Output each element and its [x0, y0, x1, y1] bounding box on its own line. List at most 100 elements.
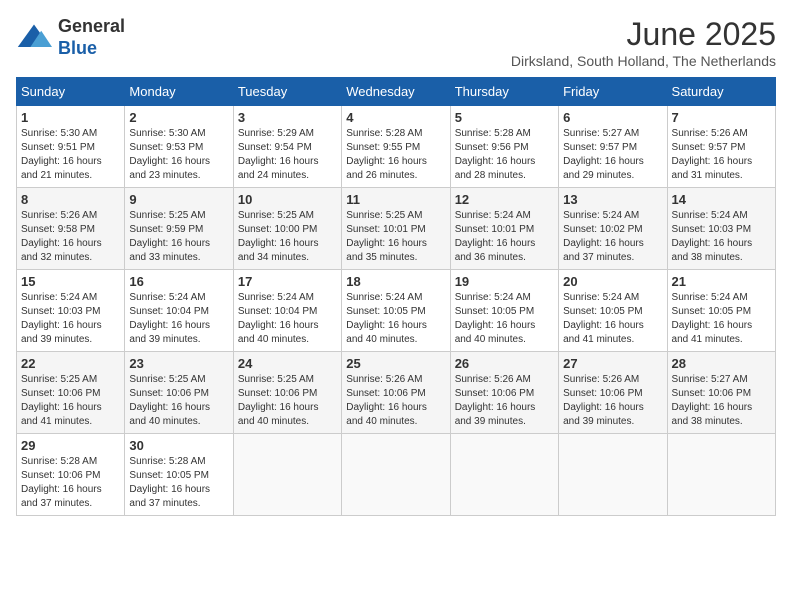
calendar-day-cell: 15 Sunrise: 5:24 AMSunset: 10:03 PMDayli… — [17, 270, 125, 352]
logo-icon — [16, 20, 52, 56]
day-number: 30 — [129, 438, 228, 453]
day-info: Sunrise: 5:25 AMSunset: 10:06 PMDaylight… — [238, 374, 319, 427]
day-info: Sunrise: 5:24 AMSunset: 10:05 PMDaylight… — [346, 292, 427, 345]
calendar-day-cell: 12 Sunrise: 5:24 AMSunset: 10:01 PMDayli… — [450, 188, 558, 270]
day-info: Sunrise: 5:24 AMSunset: 10:04 PMDaylight… — [238, 292, 319, 345]
day-number: 26 — [455, 356, 554, 371]
location-subtitle: Dirksland, South Holland, The Netherland… — [511, 53, 776, 69]
day-number: 1 — [21, 110, 120, 125]
day-info: Sunrise: 5:27 AMSunset: 9:57 PMDaylight:… — [563, 128, 644, 181]
calendar-day-cell: 3 Sunrise: 5:29 AMSunset: 9:54 PMDayligh… — [233, 106, 341, 188]
header-monday: Monday — [125, 78, 233, 106]
calendar-week-row: 15 Sunrise: 5:24 AMSunset: 10:03 PMDayli… — [17, 270, 776, 352]
day-number: 14 — [672, 192, 771, 207]
day-number: 10 — [238, 192, 337, 207]
calendar-day-cell: 14 Sunrise: 5:24 AMSunset: 10:03 PMDayli… — [667, 188, 775, 270]
day-number: 21 — [672, 274, 771, 289]
day-number: 20 — [563, 274, 662, 289]
day-info: Sunrise: 5:28 AMSunset: 10:06 PMDaylight… — [21, 456, 102, 509]
empty-cell — [667, 434, 775, 516]
logo: General Blue — [16, 16, 125, 59]
calendar-day-cell: 22 Sunrise: 5:25 AMSunset: 10:06 PMDayli… — [17, 352, 125, 434]
day-number: 13 — [563, 192, 662, 207]
calendar-day-cell: 23 Sunrise: 5:25 AMSunset: 10:06 PMDayli… — [125, 352, 233, 434]
header-saturday: Saturday — [667, 78, 775, 106]
calendar-day-cell: 17 Sunrise: 5:24 AMSunset: 10:04 PMDayli… — [233, 270, 341, 352]
day-info: Sunrise: 5:25 AMSunset: 10:06 PMDaylight… — [21, 374, 102, 427]
empty-cell — [559, 434, 667, 516]
calendar-day-cell: 11 Sunrise: 5:25 AMSunset: 10:01 PMDayli… — [342, 188, 450, 270]
header-thursday: Thursday — [450, 78, 558, 106]
calendar-week-row: 29 Sunrise: 5:28 AMSunset: 10:06 PMDayli… — [17, 434, 776, 516]
calendar-day-cell: 5 Sunrise: 5:28 AMSunset: 9:56 PMDayligh… — [450, 106, 558, 188]
empty-cell — [233, 434, 341, 516]
day-info: Sunrise: 5:30 AMSunset: 9:51 PMDaylight:… — [21, 128, 102, 181]
day-info: Sunrise: 5:26 AMSunset: 10:06 PMDaylight… — [455, 374, 536, 427]
day-number: 28 — [672, 356, 771, 371]
header-friday: Friday — [559, 78, 667, 106]
calendar-day-cell: 27 Sunrise: 5:26 AMSunset: 10:06 PMDayli… — [559, 352, 667, 434]
calendar-week-row: 8 Sunrise: 5:26 AMSunset: 9:58 PMDayligh… — [17, 188, 776, 270]
day-info: Sunrise: 5:25 AMSunset: 10:00 PMDaylight… — [238, 210, 319, 263]
title-area: June 2025 Dirksland, South Holland, The … — [511, 16, 776, 69]
day-number: 19 — [455, 274, 554, 289]
header-sunday: Sunday — [17, 78, 125, 106]
day-number: 25 — [346, 356, 445, 371]
calendar-day-cell: 24 Sunrise: 5:25 AMSunset: 10:06 PMDayli… — [233, 352, 341, 434]
calendar-day-cell: 20 Sunrise: 5:24 AMSunset: 10:05 PMDayli… — [559, 270, 667, 352]
day-number: 11 — [346, 192, 445, 207]
logo-blue: Blue — [58, 38, 97, 58]
day-number: 17 — [238, 274, 337, 289]
day-info: Sunrise: 5:28 AMSunset: 9:55 PMDaylight:… — [346, 128, 427, 181]
month-title: June 2025 — [511, 16, 776, 53]
calendar-day-cell: 25 Sunrise: 5:26 AMSunset: 10:06 PMDayli… — [342, 352, 450, 434]
header-tuesday: Tuesday — [233, 78, 341, 106]
weekday-header-row: Sunday Monday Tuesday Wednesday Thursday… — [17, 78, 776, 106]
day-info: Sunrise: 5:30 AMSunset: 9:53 PMDaylight:… — [129, 128, 210, 181]
calendar-week-row: 1 Sunrise: 5:30 AMSunset: 9:51 PMDayligh… — [17, 106, 776, 188]
calendar-day-cell: 2 Sunrise: 5:30 AMSunset: 9:53 PMDayligh… — [125, 106, 233, 188]
day-number: 9 — [129, 192, 228, 207]
calendar-day-cell: 30 Sunrise: 5:28 AMSunset: 10:05 PMDayli… — [125, 434, 233, 516]
day-number: 12 — [455, 192, 554, 207]
day-number: 7 — [672, 110, 771, 125]
calendar-day-cell: 4 Sunrise: 5:28 AMSunset: 9:55 PMDayligh… — [342, 106, 450, 188]
logo-text: General Blue — [58, 16, 125, 59]
calendar-day-cell: 19 Sunrise: 5:24 AMSunset: 10:05 PMDayli… — [450, 270, 558, 352]
day-info: Sunrise: 5:25 AMSunset: 9:59 PMDaylight:… — [129, 210, 210, 263]
day-number: 24 — [238, 356, 337, 371]
calendar-day-cell: 21 Sunrise: 5:24 AMSunset: 10:05 PMDayli… — [667, 270, 775, 352]
day-info: Sunrise: 5:24 AMSunset: 10:03 PMDaylight… — [672, 210, 753, 263]
day-info: Sunrise: 5:24 AMSunset: 10:03 PMDaylight… — [21, 292, 102, 345]
calendar-day-cell: 10 Sunrise: 5:25 AMSunset: 10:00 PMDayli… — [233, 188, 341, 270]
calendar-day-cell: 16 Sunrise: 5:24 AMSunset: 10:04 PMDayli… — [125, 270, 233, 352]
day-number: 15 — [21, 274, 120, 289]
calendar-week-row: 22 Sunrise: 5:25 AMSunset: 10:06 PMDayli… — [17, 352, 776, 434]
day-number: 3 — [238, 110, 337, 125]
calendar-day-cell: 9 Sunrise: 5:25 AMSunset: 9:59 PMDayligh… — [125, 188, 233, 270]
day-info: Sunrise: 5:26 AMSunset: 9:58 PMDaylight:… — [21, 210, 102, 263]
calendar-day-cell: 8 Sunrise: 5:26 AMSunset: 9:58 PMDayligh… — [17, 188, 125, 270]
calendar-day-cell: 26 Sunrise: 5:26 AMSunset: 10:06 PMDayli… — [450, 352, 558, 434]
day-info: Sunrise: 5:24 AMSunset: 10:01 PMDaylight… — [455, 210, 536, 263]
empty-cell — [450, 434, 558, 516]
calendar-day-cell: 1 Sunrise: 5:30 AMSunset: 9:51 PMDayligh… — [17, 106, 125, 188]
day-info: Sunrise: 5:26 AMSunset: 10:06 PMDaylight… — [346, 374, 427, 427]
day-number: 22 — [21, 356, 120, 371]
day-info: Sunrise: 5:25 AMSunset: 10:06 PMDaylight… — [129, 374, 210, 427]
day-info: Sunrise: 5:24 AMSunset: 10:02 PMDaylight… — [563, 210, 644, 263]
day-info: Sunrise: 5:24 AMSunset: 10:05 PMDaylight… — [455, 292, 536, 345]
day-number: 5 — [455, 110, 554, 125]
day-number: 6 — [563, 110, 662, 125]
calendar-table: Sunday Monday Tuesday Wednesday Thursday… — [16, 77, 776, 516]
calendar-day-cell: 13 Sunrise: 5:24 AMSunset: 10:02 PMDayli… — [559, 188, 667, 270]
empty-cell — [342, 434, 450, 516]
day-info: Sunrise: 5:29 AMSunset: 9:54 PMDaylight:… — [238, 128, 319, 181]
day-info: Sunrise: 5:24 AMSunset: 10:05 PMDaylight… — [563, 292, 644, 345]
day-info: Sunrise: 5:24 AMSunset: 10:05 PMDaylight… — [672, 292, 753, 345]
calendar-day-cell: 7 Sunrise: 5:26 AMSunset: 9:57 PMDayligh… — [667, 106, 775, 188]
day-number: 4 — [346, 110, 445, 125]
logo-general: General — [58, 16, 125, 36]
day-info: Sunrise: 5:26 AMSunset: 10:06 PMDaylight… — [563, 374, 644, 427]
day-info: Sunrise: 5:28 AMSunset: 9:56 PMDaylight:… — [455, 128, 536, 181]
